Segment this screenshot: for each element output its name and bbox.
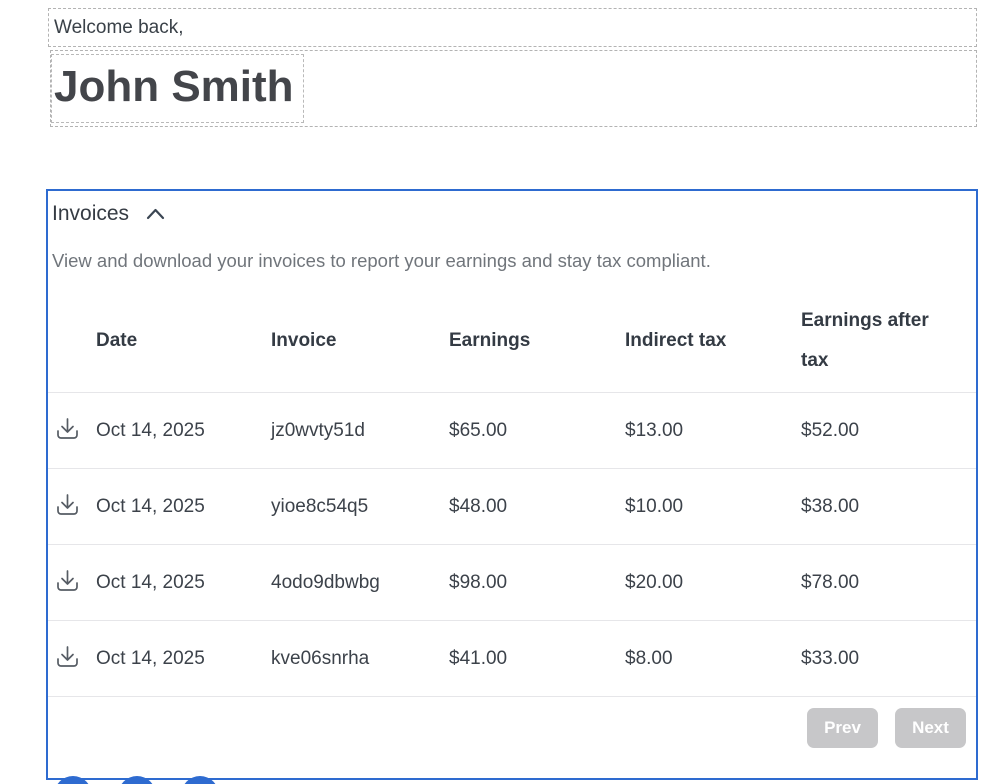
download-cell	[48, 491, 96, 523]
table-row: Oct 14, 2025 4odo9dbwbg $98.00 $20.00 $7…	[48, 544, 976, 620]
invoice-id: kve06snrha	[271, 648, 449, 670]
invoice-date: Oct 14, 2025	[96, 420, 271, 442]
chevron-up-icon	[146, 208, 165, 220]
invoice-earnings: $65.00	[449, 420, 625, 442]
invoice-earnings: $48.00	[449, 496, 625, 518]
download-invoice-button[interactable]	[52, 643, 83, 671]
invoice-date: Oct 14, 2025	[96, 572, 271, 594]
invoice-earnings-after-tax: $78.00	[801, 572, 976, 594]
download-cell	[48, 415, 96, 447]
table-row: Oct 14, 2025 yioe8c54q5 $48.00 $10.00 $3…	[48, 468, 976, 544]
download-cell	[48, 643, 96, 675]
invoice-earnings-after-tax: $52.00	[801, 420, 976, 442]
invoice-indirect-tax: $20.00	[625, 572, 801, 594]
welcome-text-field[interactable]: Welcome back,	[48, 8, 977, 47]
collapse-panel-button[interactable]	[142, 206, 169, 222]
table-row: Oct 14, 2025 jz0wvty51d $65.00 $13.00 $5…	[48, 392, 976, 468]
download-invoice-button[interactable]	[52, 491, 83, 519]
invoices-title: Invoices	[52, 202, 129, 226]
invoice-indirect-tax: $13.00	[625, 420, 801, 442]
invoice-date: Oct 14, 2025	[96, 496, 271, 518]
invoices-description: View and download your invoices to repor…	[52, 250, 976, 272]
invoice-earnings-after-tax: $33.00	[801, 648, 976, 670]
invoice-id: yioe8c54q5	[271, 496, 449, 518]
table-header-row: Date Invoice Earnings Indirect tax Earni…	[48, 289, 976, 392]
invoice-id: jz0wvty51d	[271, 420, 449, 442]
name-field-container[interactable]: John Smith	[50, 50, 977, 127]
invoice-earnings: $41.00	[449, 648, 625, 670]
invoices-panel-header: Invoices	[48, 191, 976, 226]
user-name-field[interactable]: John Smith	[51, 54, 304, 123]
download-icon	[54, 417, 81, 441]
prev-button[interactable]: Prev	[807, 708, 878, 748]
table-row: Oct 14, 2025 kve06snrha $41.00 $8.00 $33…	[48, 620, 976, 696]
invoice-indirect-tax: $8.00	[625, 648, 801, 670]
invoice-date: Oct 14, 2025	[96, 648, 271, 670]
invoice-id: 4odo9dbwbg	[271, 572, 449, 594]
invoices-panel: Invoices View and download your invoices…	[46, 189, 978, 780]
column-header-invoice: Invoice	[271, 321, 449, 361]
next-button[interactable]: Next	[895, 708, 966, 748]
download-invoice-button[interactable]	[52, 567, 83, 595]
invoice-indirect-tax: $10.00	[625, 496, 801, 518]
download-icon	[54, 569, 81, 593]
column-header-indirect-tax: Indirect tax	[625, 321, 801, 361]
column-header-earnings: Earnings	[449, 321, 625, 361]
download-invoice-button[interactable]	[52, 415, 83, 443]
column-header-earnings-after-tax: Earnings after tax	[801, 301, 976, 381]
download-icon	[54, 493, 81, 517]
invoices-table: Date Invoice Earnings Indirect tax Earni…	[48, 289, 976, 696]
pagination-bar: Prev Next	[48, 696, 976, 748]
table-body: Oct 14, 2025 jz0wvty51d $65.00 $13.00 $5…	[48, 392, 976, 696]
column-header-date: Date	[96, 321, 271, 361]
download-icon	[54, 645, 81, 669]
download-cell	[48, 567, 96, 599]
invoice-earnings: $98.00	[449, 572, 625, 594]
invoice-earnings-after-tax: $38.00	[801, 496, 976, 518]
